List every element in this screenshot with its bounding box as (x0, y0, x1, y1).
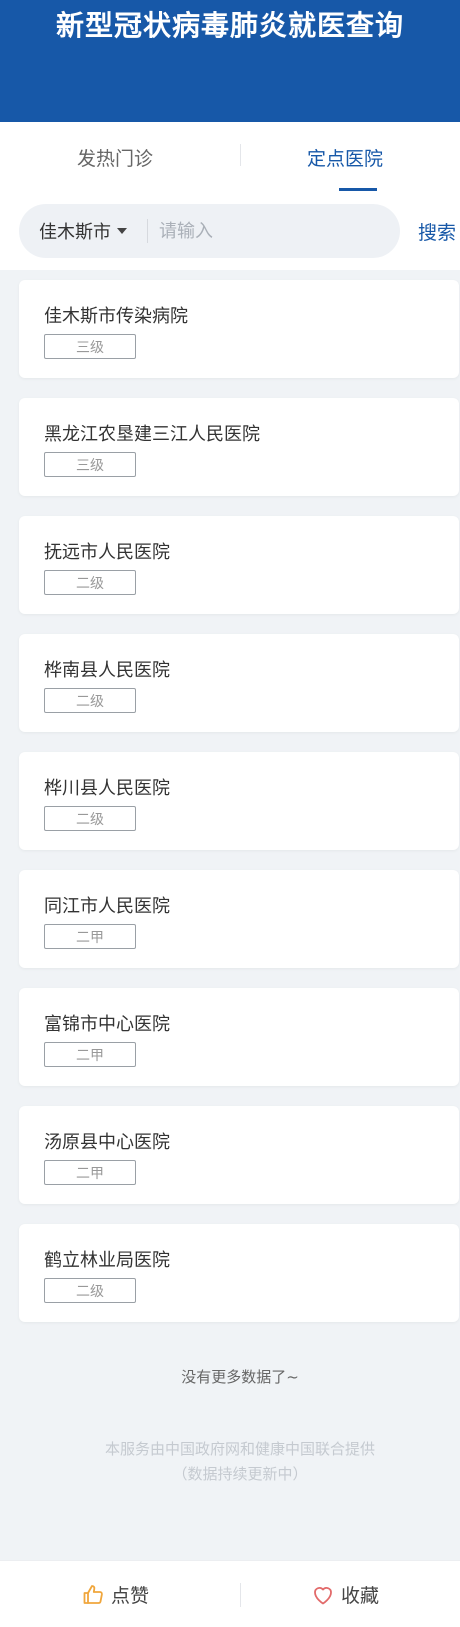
hospital-name: 汤原县中心医院 (44, 1132, 170, 1153)
hospital-card[interactable]: 富锦市中心医院 二甲 (19, 988, 459, 1086)
hospital-card[interactable]: 桦南县人民医院 二级 (19, 634, 459, 732)
hospital-card[interactable]: 桦川县人民医院 二级 (19, 752, 459, 850)
favorite-label: 收藏 (340, 1585, 379, 1607)
hospital-name: 桦南县人民医院 (44, 660, 170, 681)
favorite-button[interactable]: 收藏 (230, 1561, 460, 1627)
hospital-name: 富锦市中心医院 (44, 1014, 170, 1035)
hospital-level-badge: 二级 (44, 570, 136, 595)
hospital-name: 佳木斯市传染病院 (44, 306, 188, 327)
hospital-name: 抚远市人民医院 (44, 542, 170, 563)
active-tab-indicator (339, 188, 377, 191)
search-button[interactable]: 搜索 (418, 204, 456, 258)
header: 新型冠状病毒肺炎就医查询 (0, 0, 460, 122)
heart-icon (311, 1583, 335, 1607)
hospital-card[interactable]: 鹤立林业局医院 二级 (19, 1224, 459, 1322)
hospital-level-badge: 二级 (44, 1278, 136, 1303)
hospital-name: 鹤立林业局医院 (44, 1250, 170, 1271)
tab-bar: 发热门诊 定点医院 (0, 122, 460, 192)
hospital-level-badge: 三级 (44, 452, 136, 477)
search-box: 佳木斯市 (19, 204, 400, 258)
city-label: 佳木斯市 (39, 222, 111, 243)
hospital-level-badge: 二甲 (44, 1160, 136, 1185)
hospital-card[interactable]: 黑龙江农垦建三江人民医院 三级 (19, 398, 459, 496)
city-dropdown[interactable]: 佳木斯市 (39, 204, 127, 258)
hospital-level-badge: 二甲 (44, 924, 136, 949)
like-label: 点赞 (110, 1585, 149, 1607)
tab-designated-hospital[interactable]: 定点医院 (230, 122, 460, 192)
hospital-level-badge: 二级 (44, 806, 136, 831)
hospital-name: 黑龙江农垦建三江人民医院 (44, 424, 260, 445)
hospital-level-badge: 三级 (44, 334, 136, 359)
hospital-name: 同江市人民医院 (44, 896, 170, 917)
hospital-level-badge: 二级 (44, 688, 136, 713)
like-button[interactable]: 点赞 (0, 1561, 230, 1627)
bottom-action-bar: 点赞 收藏 (0, 1560, 460, 1627)
caret-down-icon (117, 228, 127, 234)
search-bar: 佳木斯市 搜索 (0, 192, 460, 270)
search-divider (147, 219, 148, 243)
footer-note: 本服务由中国政府网和健康中国联合提供 （数据持续更新中） (0, 1437, 460, 1487)
footer-line-2: （数据持续更新中） (172, 1465, 308, 1483)
footer-line-1: 本服务由中国政府网和健康中国联合提供 (104, 1440, 375, 1458)
hospital-card[interactable]: 同江市人民医院 二甲 (19, 870, 459, 968)
search-input[interactable] (159, 212, 384, 250)
hospital-card[interactable]: 抚远市人民医院 二级 (19, 516, 459, 614)
hospital-card[interactable]: 汤原县中心医院 二甲 (19, 1106, 459, 1204)
list-end-text: 没有更多数据了~ (181, 1368, 299, 1386)
page-title: 新型冠状病毒肺炎就医查询 (55, 9, 404, 42)
hospital-name: 桦川县人民医院 (44, 778, 170, 799)
thumbs-up-icon (81, 1583, 105, 1607)
tab-fever-clinic[interactable]: 发热门诊 (0, 122, 230, 192)
hospital-level-badge: 二甲 (44, 1042, 136, 1067)
hospital-card[interactable]: 佳木斯市传染病院 三级 (19, 280, 459, 378)
